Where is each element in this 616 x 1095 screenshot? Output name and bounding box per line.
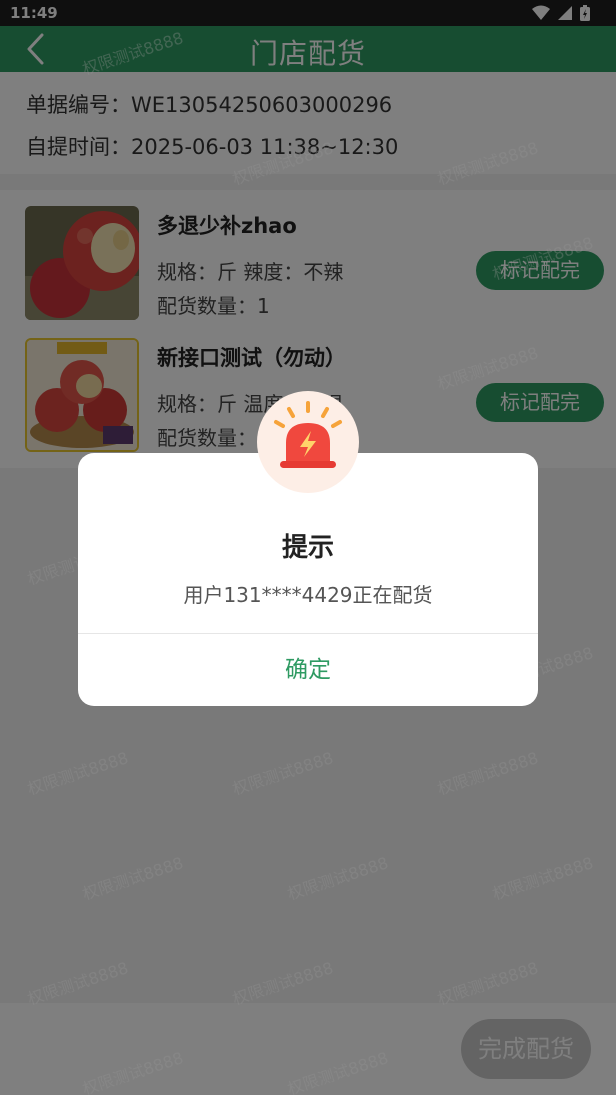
dialog-message: 用户131****4429正在配货 (183, 583, 433, 607)
dialog-title: 提示 (281, 533, 334, 563)
confirm-button[interactable]: 确定 (78, 634, 538, 706)
alarm-light-icon (257, 391, 359, 493)
